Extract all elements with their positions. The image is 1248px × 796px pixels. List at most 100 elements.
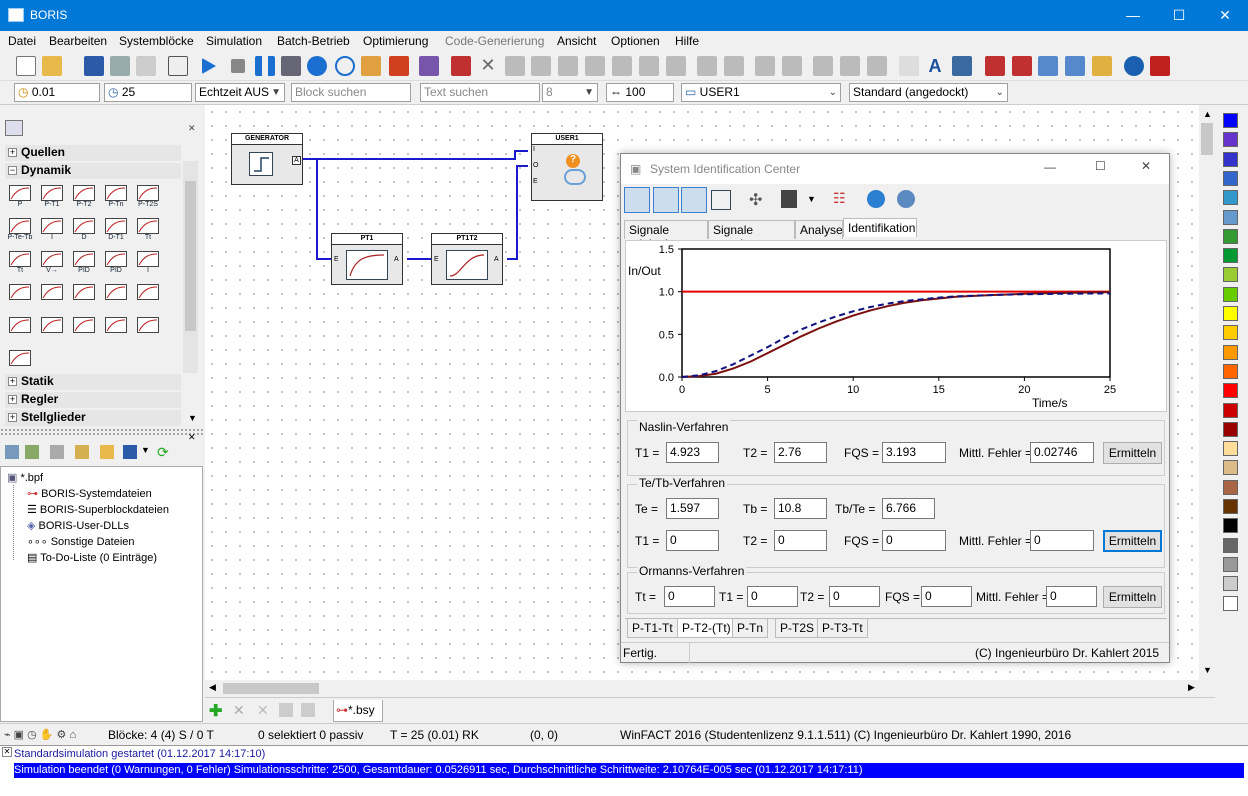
user-select[interactable]: ▭ USER1 ⌄ <box>681 83 841 102</box>
chevron-down-icon[interactable]: ▼ <box>1203 665 1212 675</box>
library-block[interactable] <box>7 284 33 311</box>
log-line-selected[interactable]: Simulation beendet (0 Warnungen, 0 Fehle… <box>14 763 1244 778</box>
ormanns-t1-input[interactable]: 0 <box>747 586 798 607</box>
palette-swatch[interactable] <box>1223 402 1238 418</box>
input-port[interactable]: E <box>434 256 439 263</box>
palette-swatch[interactable] <box>1223 421 1238 437</box>
palette-swatch[interactable] <box>1223 537 1238 553</box>
crosshair-icon[interactable] <box>711 190 731 210</box>
signal-icon[interactable] <box>813 56 833 76</box>
chart-export-icon[interactable] <box>653 187 679 213</box>
output-port[interactable]: A <box>494 256 499 263</box>
menu-optimierung[interactable]: Optimierung <box>363 34 428 48</box>
window-icon[interactable] <box>1038 56 1058 76</box>
tree-item[interactable]: ∘∘∘ Sonstige Dateien <box>27 535 135 548</box>
library-block[interactable]: D <box>71 218 97 245</box>
library-block[interactable]: D-T1 <box>103 218 129 245</box>
naslin-err-input[interactable]: 0.02746 <box>1030 442 1094 463</box>
picture-icon[interactable] <box>952 56 972 76</box>
save-icon[interactable] <box>84 56 104 76</box>
group-stellglieder[interactable]: + Stellglieder <box>5 410 181 426</box>
library-block[interactable] <box>135 317 161 344</box>
palette-swatch[interactable] <box>1223 479 1238 495</box>
palette-swatch[interactable] <box>1223 556 1238 572</box>
scroll-thumb[interactable] <box>1201 123 1213 155</box>
step-size-field[interactable]: ◷ 0.01 <box>14 83 100 102</box>
cut-block-icon[interactable] <box>505 56 525 76</box>
close-icon[interactable]: ✕ <box>233 702 245 719</box>
palette-swatch[interactable] <box>1223 170 1238 186</box>
palette-swatch[interactable] <box>1223 576 1238 592</box>
project-save-icon[interactable] <box>123 445 137 459</box>
library-block[interactable]: P-T1 <box>39 185 65 212</box>
open-folder-icon[interactable] <box>42 56 62 76</box>
tetb-fqs-input[interactable]: 0 <box>882 530 946 551</box>
library-block[interactable] <box>103 284 129 311</box>
library-block[interactable]: V→ <box>39 251 65 278</box>
ormanns-tt-input[interactable]: 0 <box>664 586 715 607</box>
tetb-t1-input[interactable]: 0 <box>666 530 719 551</box>
menu-systembloecke[interactable]: Systemblöcke <box>119 34 194 48</box>
palette-swatch[interactable] <box>1223 151 1238 167</box>
tab-p-t1-tt[interactable]: P-T1-Tt <box>627 619 678 638</box>
tools-icon[interactable] <box>389 56 409 76</box>
tab-p-tn[interactable]: P-Tn <box>732 619 769 638</box>
palette-swatch[interactable] <box>1223 595 1238 611</box>
connect2-icon[interactable] <box>782 56 802 76</box>
biohazard-icon[interactable]: ✣ <box>749 190 762 210</box>
palette-swatch[interactable] <box>1223 499 1238 514</box>
layout-icon[interactable] <box>985 56 1005 76</box>
function-icon[interactable] <box>419 56 439 76</box>
tetb-tb-input[interactable]: 10.8 <box>774 498 827 519</box>
chevron-down-icon[interactable]: ▼ <box>807 194 816 204</box>
palette-swatch[interactable] <box>1223 248 1238 264</box>
signal2-icon[interactable] <box>840 56 860 76</box>
maximize-button[interactable]: ☐ <box>1156 0 1202 31</box>
panel-close-icon[interactable]: ✕ <box>188 432 196 443</box>
naslin-t2-input[interactable]: 2.76 <box>774 442 827 463</box>
library-block[interactable]: P <box>7 185 33 212</box>
menu-hilfe[interactable]: Hilfe <box>675 34 699 48</box>
text-abc-icon[interactable] <box>666 56 686 76</box>
tree-item[interactable]: ◈ BORIS-User-DLLs <box>27 519 129 532</box>
naslin-ermitteln-button[interactable]: Ermitteln <box>1103 442 1162 464</box>
chevron-right-icon[interactable]: ▶ <box>1188 682 1195 693</box>
tetb-t2-input[interactable]: 0 <box>774 530 827 551</box>
font-icon[interactable]: A <box>925 56 945 76</box>
cascade-icon[interactable] <box>301 703 315 717</box>
page-setup-icon[interactable] <box>136 56 156 76</box>
distribute-icon[interactable] <box>612 56 632 76</box>
project-add-icon[interactable] <box>25 445 39 459</box>
project-open-icon[interactable] <box>100 445 114 459</box>
signal3-icon[interactable] <box>867 56 887 76</box>
tab-p-t3-tt[interactable]: P-T3-Tt <box>817 619 868 638</box>
tab-signale-normiert[interactable]: Signale normiert <box>708 220 795 251</box>
list-icon[interactable]: ☷ <box>833 190 846 207</box>
tab-identifikation[interactable]: Identifikation <box>843 218 917 237</box>
ormanns-err-input[interactable]: 0 <box>1046 586 1097 607</box>
naslin-fqs-input[interactable]: 3.193 <box>882 442 946 463</box>
dock-select[interactable]: Standard (angedockt) ⌄ <box>849 83 1008 102</box>
text-search-field[interactable]: Text suchen <box>420 83 540 102</box>
tree-root[interactable]: ▣ *.bpf <box>7 471 43 484</box>
chart-view-icon[interactable] <box>624 187 650 213</box>
stop-icon[interactable] <box>231 59 245 73</box>
tetb-err-input[interactable]: 0 <box>1030 530 1094 551</box>
library-block[interactable] <box>135 284 161 311</box>
scroll-thumb[interactable] <box>223 683 319 694</box>
tetb-te-input[interactable]: 1.597 <box>666 498 719 519</box>
library-block[interactable]: PID <box>71 251 97 278</box>
calculator-icon[interactable] <box>781 190 797 208</box>
group-statik[interactable]: + Statik <box>5 374 181 390</box>
library-block[interactable] <box>71 284 97 311</box>
output-port[interactable]: A <box>394 256 399 263</box>
project-edit-icon[interactable] <box>75 445 89 459</box>
menu-ansicht[interactable]: Ansicht <box>557 34 596 48</box>
clock-icon[interactable] <box>335 56 355 76</box>
library-block[interactable]: P-Tn <box>103 185 129 212</box>
library-view-icon[interactable] <box>5 120 23 136</box>
menu-optionen[interactable]: Optionen <box>611 34 660 48</box>
play-icon[interactable] <box>202 58 216 74</box>
zoom-field[interactable]: ⇔ 100 <box>606 83 674 102</box>
refresh-icon[interactable] <box>307 56 327 76</box>
